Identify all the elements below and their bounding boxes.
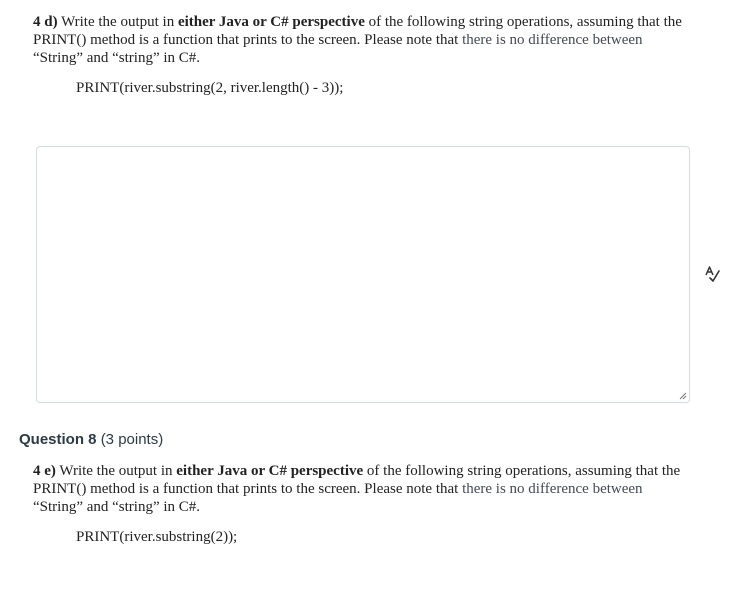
question-8-code: PRINT(river.substring(2)); — [76, 529, 238, 545]
question-7-muted-text: there is no difference between — [462, 32, 643, 48]
question-8-text-c: “String” and “string” in C#. — [33, 499, 201, 515]
question-7-prompt: 4 d) Write the output in either Java or … — [33, 13, 693, 97]
question-8-muted-text: there is no difference between — [462, 481, 643, 497]
question-8-text: 4 e) Write the output in either Java or … — [33, 462, 693, 516]
question-8-points: (3 points) — [100, 431, 164, 448]
answer-textarea[interactable] — [36, 146, 690, 403]
question-8-emphasis: either Java or C# perspective — [176, 463, 364, 479]
spell-check-icon[interactable] — [703, 265, 721, 283]
question-7-text-a: Write the output in — [57, 14, 178, 30]
question-8-prompt: 4 e) Write the output in either Java or … — [33, 462, 693, 546]
question-8-title: Question 8 — [19, 431, 97, 448]
question-8-text-a: Write the output in — [55, 463, 177, 479]
question-7-label: 4 d) — [33, 14, 58, 30]
question-7-code: PRINT(river.substring(2, river.length() … — [76, 80, 344, 96]
question-7-text-c: “String” and “string” in C#. — [33, 50, 201, 66]
question-7-emphasis: either Java or C# perspective — [177, 14, 365, 30]
question-7-text: 4 d) Write the output in either Java or … — [33, 13, 693, 67]
question-8-label: 4 e) — [33, 463, 56, 479]
question-8-heading: Question 8 (3 points) — [19, 431, 163, 448]
resize-handle-icon[interactable] — [679, 392, 687, 400]
